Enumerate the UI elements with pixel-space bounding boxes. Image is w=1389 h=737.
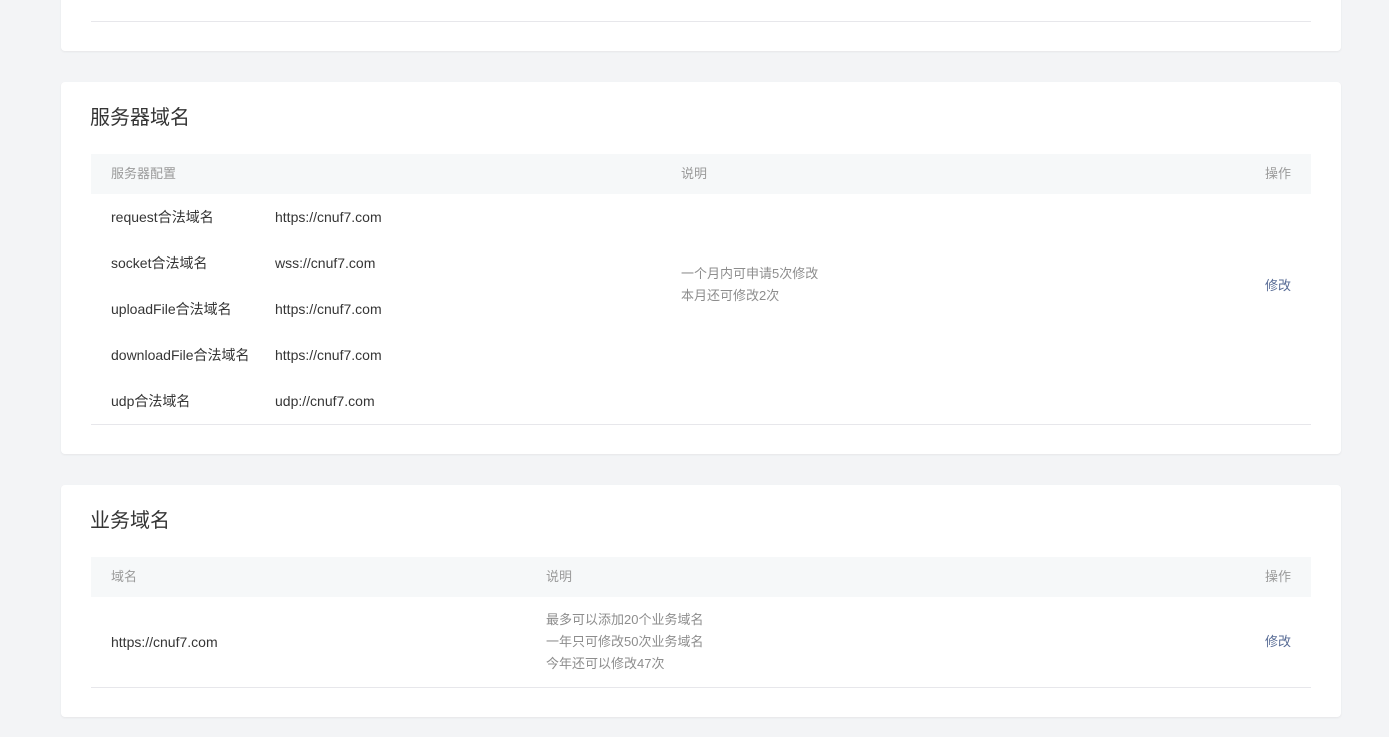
header-domain: 域名 bbox=[111, 569, 138, 584]
business-domain-title: 业务域名 bbox=[90, 510, 170, 532]
business-domain-value: https://cnuf7.com bbox=[111, 634, 218, 650]
server-domain-description: 一个月内可申请5次修改 本月还可修改2次 bbox=[681, 263, 818, 307]
header-server-config: 服务器配置 bbox=[111, 166, 177, 181]
modify-server-domain-button[interactable]: 修改 bbox=[1265, 277, 1291, 295]
config-name: downloadFile合法域名 bbox=[111, 347, 250, 363]
description-line: 一个月内可申请5次修改 bbox=[681, 266, 819, 281]
description-line: 本月还可修改2次 bbox=[681, 288, 780, 303]
config-value: https://cnuf7.com bbox=[275, 347, 382, 363]
config-value: https://cnuf7.com bbox=[275, 209, 382, 225]
config-value: wss://cnuf7.com bbox=[275, 255, 376, 271]
table-bottom-border bbox=[91, 424, 1311, 425]
config-value: udp://cnuf7.com bbox=[275, 393, 375, 409]
config-name: request合法域名 bbox=[111, 209, 214, 225]
config-name: uploadFile合法域名 bbox=[111, 301, 232, 317]
modify-business-domain-button[interactable]: 修改 bbox=[1265, 633, 1291, 651]
server-domain-title: 服务器域名 bbox=[90, 107, 190, 129]
header-description: 说明 bbox=[681, 166, 708, 181]
header-action: 操作 bbox=[1264, 166, 1291, 181]
previous-section-card bbox=[61, 0, 1341, 51]
description-line: 今年还可以修改47次 bbox=[546, 656, 665, 671]
header-action: 操作 bbox=[1264, 569, 1291, 584]
business-domain-table-header: 域名 说明 操作 bbox=[91, 557, 1311, 597]
table-bottom-border bbox=[91, 687, 1311, 688]
business-domain-card: 业务域名 域名 说明 操作 https://cnuf7.com 最多可以添加20… bbox=[61, 485, 1341, 717]
header-description: 说明 bbox=[546, 569, 573, 584]
config-name: udp合法域名 bbox=[111, 393, 191, 409]
server-domain-table-header: 服务器配置 说明 操作 bbox=[91, 154, 1311, 194]
config-value: https://cnuf7.com bbox=[275, 301, 382, 317]
description-line: 最多可以添加20个业务域名 bbox=[546, 612, 704, 627]
server-domain-card: 服务器域名 服务器配置 说明 操作 request合法域名 https://cn… bbox=[61, 82, 1341, 454]
description-line: 一年只可修改50次业务域名 bbox=[546, 634, 704, 649]
business-domain-description: 最多可以添加20个业务域名 一年只可修改50次业务域名 今年还可以修改47次 bbox=[546, 609, 703, 675]
divider bbox=[91, 21, 1311, 22]
config-name: socket合法域名 bbox=[111, 255, 208, 271]
